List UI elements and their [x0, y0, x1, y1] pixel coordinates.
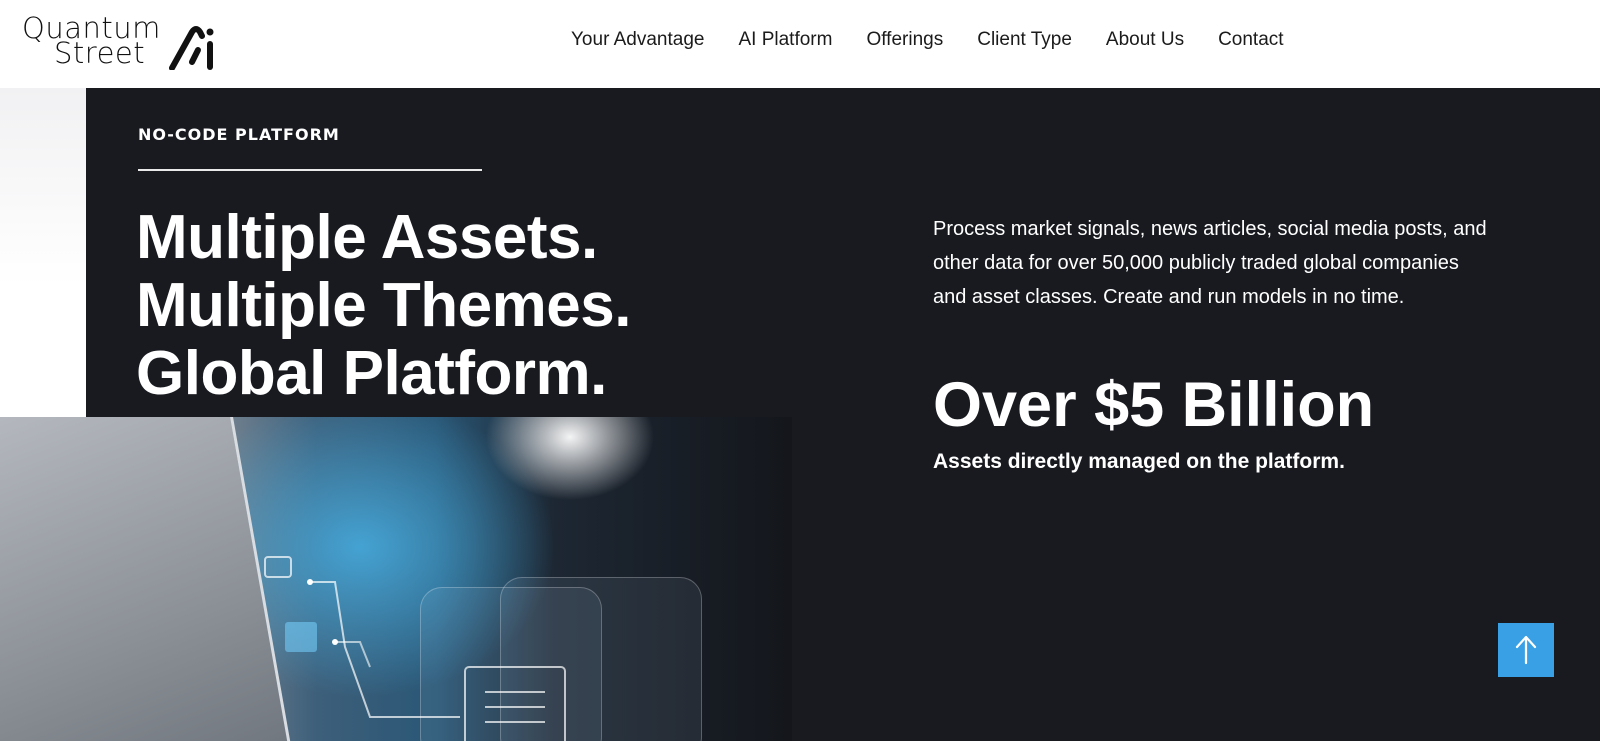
stat-value: Over $5 Billion: [933, 370, 1375, 440]
nav-ai-platform[interactable]: AI Platform: [738, 29, 832, 51]
main-nav: Your Advantage AI Platform Offerings Cli…: [571, 29, 1318, 51]
eyebrow-divider: [138, 169, 482, 171]
stat-label: Assets directly managed on the platform.: [933, 450, 1345, 473]
site-header: Quantum Street Your Advantage AI Platfor…: [0, 0, 1600, 88]
section-headline: Multiple Assets. Multiple Themes. Global…: [136, 203, 631, 408]
nav-offerings[interactable]: Offerings: [866, 29, 943, 51]
logo-text-street: Street: [54, 36, 146, 70]
nav-client-type[interactable]: Client Type: [977, 29, 1072, 51]
arrow-up-icon: [1515, 635, 1537, 665]
nav-about-us[interactable]: About Us: [1106, 29, 1184, 51]
section-description: Process market signals, news articles, s…: [933, 218, 1487, 308]
nav-your-advantage[interactable]: Your Advantage: [571, 29, 704, 51]
ai-logo-icon: [169, 26, 214, 70]
scroll-to-top-button[interactable]: [1498, 623, 1554, 677]
laptop-hero-image: [0, 417, 792, 741]
section-eyebrow: NO-CODE PLATFORM: [138, 125, 340, 144]
left-gutter: [0, 88, 86, 418]
quantum-street-logo[interactable]: Quantum Street: [22, 14, 214, 70]
hologram-graphics: [264, 556, 566, 741]
nav-contact[interactable]: Contact: [1218, 29, 1283, 51]
